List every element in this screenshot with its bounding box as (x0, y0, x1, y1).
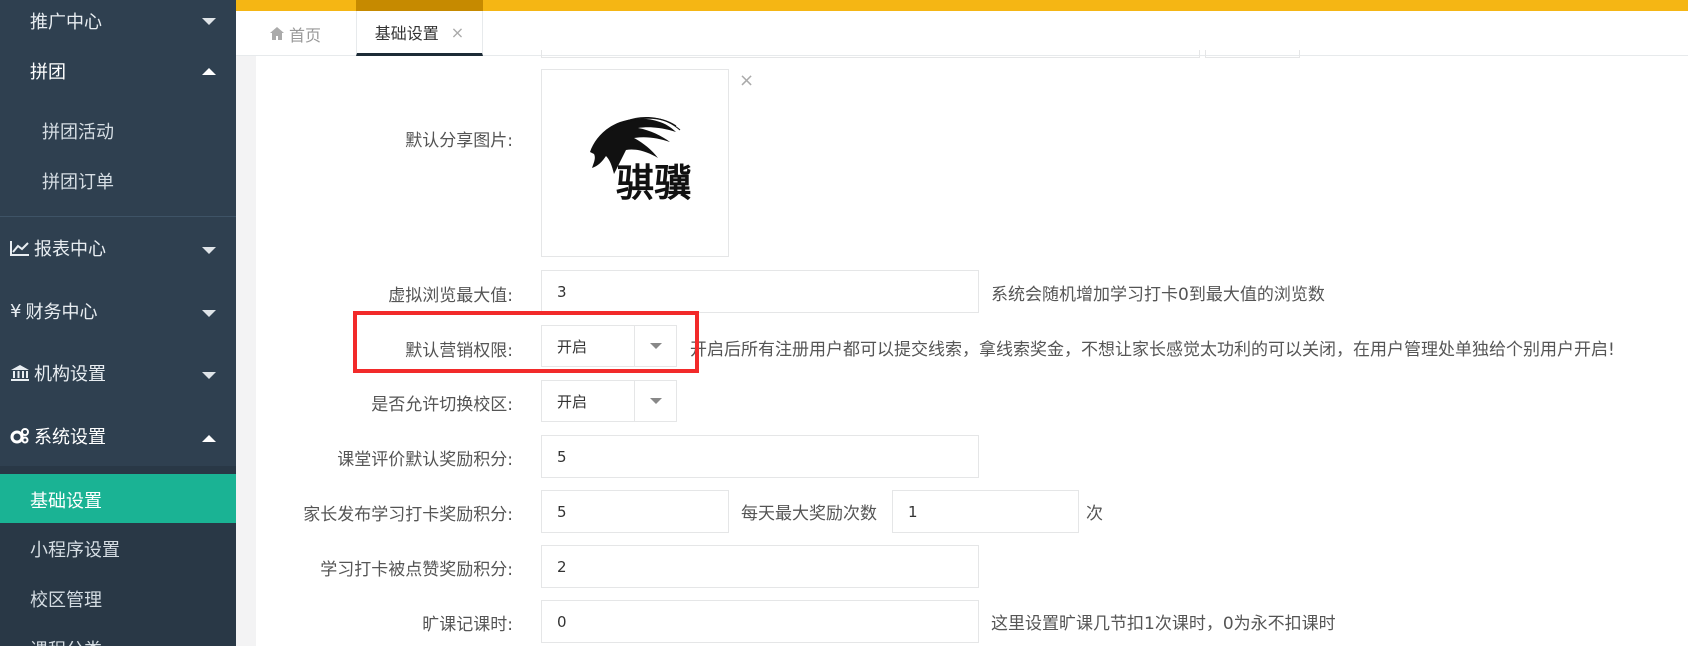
partial-button-above[interactable] (1205, 50, 1300, 58)
sidebar-item-pintuan-orders[interactable]: 拼团订单 (0, 160, 236, 200)
campus-switch-label: 是否允许切换校区: (371, 395, 513, 415)
sidebar-group-label: 报表中心 (34, 239, 106, 260)
chevron-up-icon (202, 435, 216, 442)
sidebar-group-label: 推广中心 (30, 12, 102, 33)
sidebar-group-promotion[interactable]: 推广中心 (0, 0, 236, 44)
line-chart-icon (10, 241, 29, 256)
sidebar-item-label: 校区管理 (30, 590, 102, 611)
marketing-permission-hint: 开启后所有注册用户都可以提交线索，拿线索奖金，不想让家长感觉太功利的可以关闭，在… (690, 340, 1615, 360)
daily-max-unit: 次 (1086, 504, 1103, 524)
max-views-input[interactable]: 3 (541, 270, 979, 313)
chevron-down-icon (634, 381, 676, 421)
tab-label: 基础设置 (374, 24, 439, 43)
input-value: 1 (908, 502, 918, 521)
like-points-input[interactable]: 2 (541, 545, 979, 588)
share-image-label: 默认分享图片: (405, 131, 513, 151)
chevron-down-icon (202, 247, 216, 254)
close-icon[interactable]: × (451, 23, 464, 42)
parent-post-points-input[interactable]: 5 (541, 490, 729, 533)
remove-image-icon[interactable]: × (739, 70, 754, 91)
input-value: 2 (557, 557, 567, 576)
horse-logo-image: 骐骥 (590, 116, 692, 205)
absence-hint: 这里设置旷课几节扣1次课时，0为永不扣课时 (991, 614, 1336, 634)
share-image-preview[interactable]: 骐骥 (541, 69, 729, 257)
gears-icon (10, 428, 29, 444)
absence-label: 旷课记课时: (422, 615, 513, 635)
campus-switch-select[interactable]: 开启 (541, 380, 677, 422)
absence-input[interactable]: 0 (541, 600, 979, 643)
chevron-down-icon (202, 310, 216, 317)
chevron-up-icon (202, 68, 216, 75)
tab-label: 首页 (289, 25, 322, 45)
input-value: 3 (557, 282, 567, 301)
sidebar-item-label: 拼团订单 (42, 172, 114, 193)
bank-icon (11, 365, 29, 381)
sidebar-group-reports[interactable]: 报表中心 (0, 225, 236, 269)
partial-input-above[interactable] (541, 50, 1200, 58)
tab-basic-settings[interactable]: 基础设置 × (356, 11, 483, 56)
sidebar-group-label: 拼团 (30, 62, 66, 83)
sidebar-group-label-wrap: 机构设置 (10, 360, 106, 386)
divider (0, 216, 236, 217)
max-views-label: 虚拟浏览最大值: (388, 286, 513, 306)
active-tab-stripe (356, 0, 483, 11)
home-icon (270, 27, 284, 40)
sidebar-group-pintuan[interactable]: 拼团 (0, 44, 236, 92)
chevron-down-icon (202, 18, 216, 25)
select-value: 开启 (557, 392, 588, 411)
max-views-hint: 系统会随机增加学习打卡0到最大值的浏览数 (991, 285, 1325, 305)
sidebar-group-label: 机构设置 (34, 364, 106, 385)
top-stripe (236, 0, 1688, 11)
input-value: 5 (557, 447, 567, 466)
class-review-points-input[interactable]: 5 (541, 435, 979, 478)
sidebar: 推广中心 拼团 拼团活动 拼团订单 报表中心 ¥ 财务中心 机构设置 系统设置 … (0, 0, 236, 646)
highlight-box (353, 311, 699, 373)
class-review-points-label: 课堂评价默认奖励积分: (337, 450, 513, 470)
sidebar-group-label-wrap: 报表中心 (10, 235, 106, 261)
input-value: 0 (557, 612, 567, 631)
logo-text: 骐骥 (616, 160, 692, 205)
chevron-down-icon (202, 372, 216, 379)
like-points-label: 学习打卡被点赞奖励积分: (320, 560, 513, 580)
daily-max-label: 每天最大奖励次数 (741, 504, 877, 524)
parent-post-points-label: 家长发布学习打卡奖励积分: (303, 505, 513, 525)
input-value: 5 (557, 502, 567, 521)
daily-max-input[interactable]: 1 (892, 490, 1079, 533)
tab-home[interactable]: 首页 (270, 11, 321, 56)
sidebar-item-label: 课程分类 (30, 636, 102, 646)
